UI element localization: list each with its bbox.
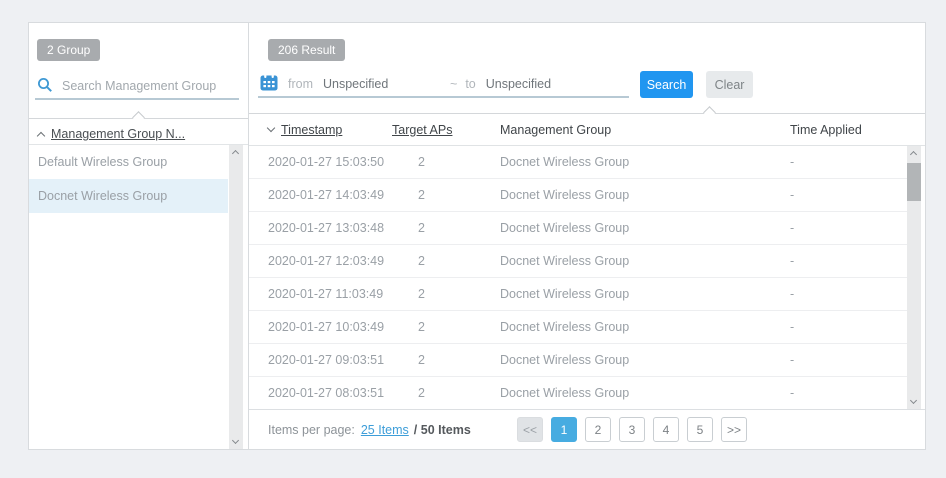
- pager: << 1 2 3 4 5 >>: [517, 417, 747, 442]
- clear-button[interactable]: Clear: [706, 71, 753, 98]
- to-date-field[interactable]: Unspecified: [486, 77, 551, 91]
- first-page-button[interactable]: <<: [517, 417, 543, 442]
- cell-group: Docnet Wireless Group: [500, 320, 790, 334]
- chevron-up-icon: [37, 131, 45, 139]
- column-header-timestamp[interactable]: Timestamp: [268, 123, 392, 137]
- cell-group: Docnet Wireless Group: [500, 221, 790, 235]
- cell-target-aps: 2: [392, 353, 500, 367]
- column-header-time-applied: Time Applied: [790, 123, 925, 137]
- cell-target-aps: 2: [392, 188, 500, 202]
- page-button-1[interactable]: 1: [551, 417, 577, 442]
- cell-target-aps: 2: [392, 287, 500, 301]
- cell-time-applied: -: [790, 320, 907, 334]
- cell-group: Docnet Wireless Group: [500, 254, 790, 268]
- date-range-filter: from Unspecified ~ to Unspecified: [258, 71, 629, 98]
- group-list-scrollbar[interactable]: [229, 145, 243, 449]
- cell-target-aps: 2: [392, 155, 500, 169]
- column-label: Timestamp: [281, 123, 342, 137]
- scroll-up-icon[interactable]: [232, 150, 239, 157]
- cell-time-applied: -: [790, 221, 907, 235]
- group-search-row: [35, 73, 239, 100]
- cell-timestamp: 2020-01-27 11:03:49: [268, 287, 392, 301]
- cell-group: Docnet Wireless Group: [500, 155, 790, 169]
- cell-time-applied: -: [790, 188, 907, 202]
- table-scrollbar[interactable]: [907, 146, 921, 409]
- column-label: Target APs: [392, 123, 452, 137]
- table-row[interactable]: 2020-01-27 14:03:49 2 Docnet Wireless Gr…: [249, 179, 907, 212]
- scrollbar-thumb[interactable]: [907, 163, 921, 201]
- group-sort-label: Management Group N...: [51, 127, 185, 141]
- cell-group: Docnet Wireless Group: [500, 287, 790, 301]
- items-per-page-label: Items per page:: [268, 423, 355, 437]
- scroll-down-icon[interactable]: [232, 437, 239, 444]
- page-button-5[interactable]: 5: [687, 417, 713, 442]
- table-row[interactable]: 2020-01-27 08:03:51 2 Docnet Wireless Gr…: [249, 377, 907, 409]
- scroll-down-icon[interactable]: [910, 397, 917, 404]
- cell-target-aps: 2: [392, 254, 500, 268]
- items-per-page-link[interactable]: 25 Items: [361, 423, 409, 437]
- cell-timestamp: 2020-01-27 15:03:50: [268, 155, 392, 169]
- collapse-notch[interactable]: [132, 111, 145, 124]
- group-list: Default Wireless Group Docnet Wireless G…: [29, 145, 228, 213]
- table-row[interactable]: 2020-01-27 13:03:48 2 Docnet Wireless Gr…: [249, 212, 907, 245]
- cell-time-applied: -: [790, 353, 907, 367]
- total-items-label: / 50 Items: [414, 423, 471, 437]
- calendar-icon: [260, 74, 278, 91]
- group-list-panel: 2 Group Management Group N... Default Wi…: [29, 23, 249, 449]
- group-item-label: Default Wireless Group: [38, 155, 167, 169]
- table-body: 2020-01-27 15:03:50 2 Docnet Wireless Gr…: [249, 146, 907, 409]
- cell-time-applied: -: [790, 386, 907, 400]
- cell-group: Docnet Wireless Group: [500, 188, 790, 202]
- search-button[interactable]: Search: [640, 71, 693, 98]
- table-row[interactable]: 2020-01-27 10:03:49 2 Docnet Wireless Gr…: [249, 311, 907, 344]
- group-count-badge: 2 Group: [37, 39, 100, 61]
- cell-timestamp: 2020-01-27 14:03:49: [268, 188, 392, 202]
- filter-divider: [29, 118, 248, 119]
- cell-target-aps: 2: [392, 221, 500, 235]
- column-header-target-aps[interactable]: Target APs: [392, 123, 500, 137]
- from-label: from: [288, 77, 313, 91]
- page-button-2[interactable]: 2: [585, 417, 611, 442]
- last-page-button[interactable]: >>: [721, 417, 747, 442]
- list-item-docnet-wireless-group[interactable]: Docnet Wireless Group: [29, 179, 228, 213]
- search-icon: [37, 77, 53, 93]
- cell-timestamp: 2020-01-27 08:03:51: [268, 386, 392, 400]
- chevron-down-icon: [267, 124, 275, 132]
- column-header-management-group: Management Group: [500, 123, 790, 137]
- table-row[interactable]: 2020-01-27 11:03:49 2 Docnet Wireless Gr…: [249, 278, 907, 311]
- table-row[interactable]: 2020-01-27 15:03:50 2 Docnet Wireless Gr…: [249, 146, 907, 179]
- cell-target-aps: 2: [392, 386, 500, 400]
- cell-target-aps: 2: [392, 320, 500, 334]
- from-date-field[interactable]: Unspecified: [323, 77, 450, 91]
- range-separator: ~: [450, 77, 457, 91]
- cell-timestamp: 2020-01-27 12:03:49: [268, 254, 392, 268]
- list-item-default-wireless-group[interactable]: Default Wireless Group: [29, 145, 228, 179]
- cell-timestamp: 2020-01-27 13:03:48: [268, 221, 392, 235]
- scroll-up-icon[interactable]: [910, 151, 917, 158]
- results-panel: 206 Result from Unspecified ~ to Unspeci…: [249, 23, 925, 449]
- page-button-3[interactable]: 3: [619, 417, 645, 442]
- pagination-bar: Items per page: 25 Items / 50 Items << 1…: [249, 409, 925, 449]
- search-input[interactable]: [62, 79, 239, 93]
- result-count-badge: 206 Result: [268, 39, 345, 61]
- cell-group: Docnet Wireless Group: [500, 386, 790, 400]
- cell-timestamp: 2020-01-27 09:03:51: [268, 353, 392, 367]
- group-item-label: Docnet Wireless Group: [38, 189, 167, 203]
- apply-history-window: 2 Group Management Group N... Default Wi…: [28, 22, 926, 450]
- cell-time-applied: -: [790, 254, 907, 268]
- table-row[interactable]: 2020-01-27 12:03:49 2 Docnet Wireless Gr…: [249, 245, 907, 278]
- cell-time-applied: -: [790, 155, 907, 169]
- to-label: to: [465, 77, 475, 91]
- cell-timestamp: 2020-01-27 10:03:49: [268, 320, 392, 334]
- table-header-row: Timestamp Target APs Management Group Ti…: [249, 114, 925, 146]
- table-row[interactable]: 2020-01-27 09:03:51 2 Docnet Wireless Gr…: [249, 344, 907, 377]
- cell-group: Docnet Wireless Group: [500, 353, 790, 367]
- page-button-4[interactable]: 4: [653, 417, 679, 442]
- cell-time-applied: -: [790, 287, 907, 301]
- group-sort-header[interactable]: Management Group N...: [38, 124, 185, 144]
